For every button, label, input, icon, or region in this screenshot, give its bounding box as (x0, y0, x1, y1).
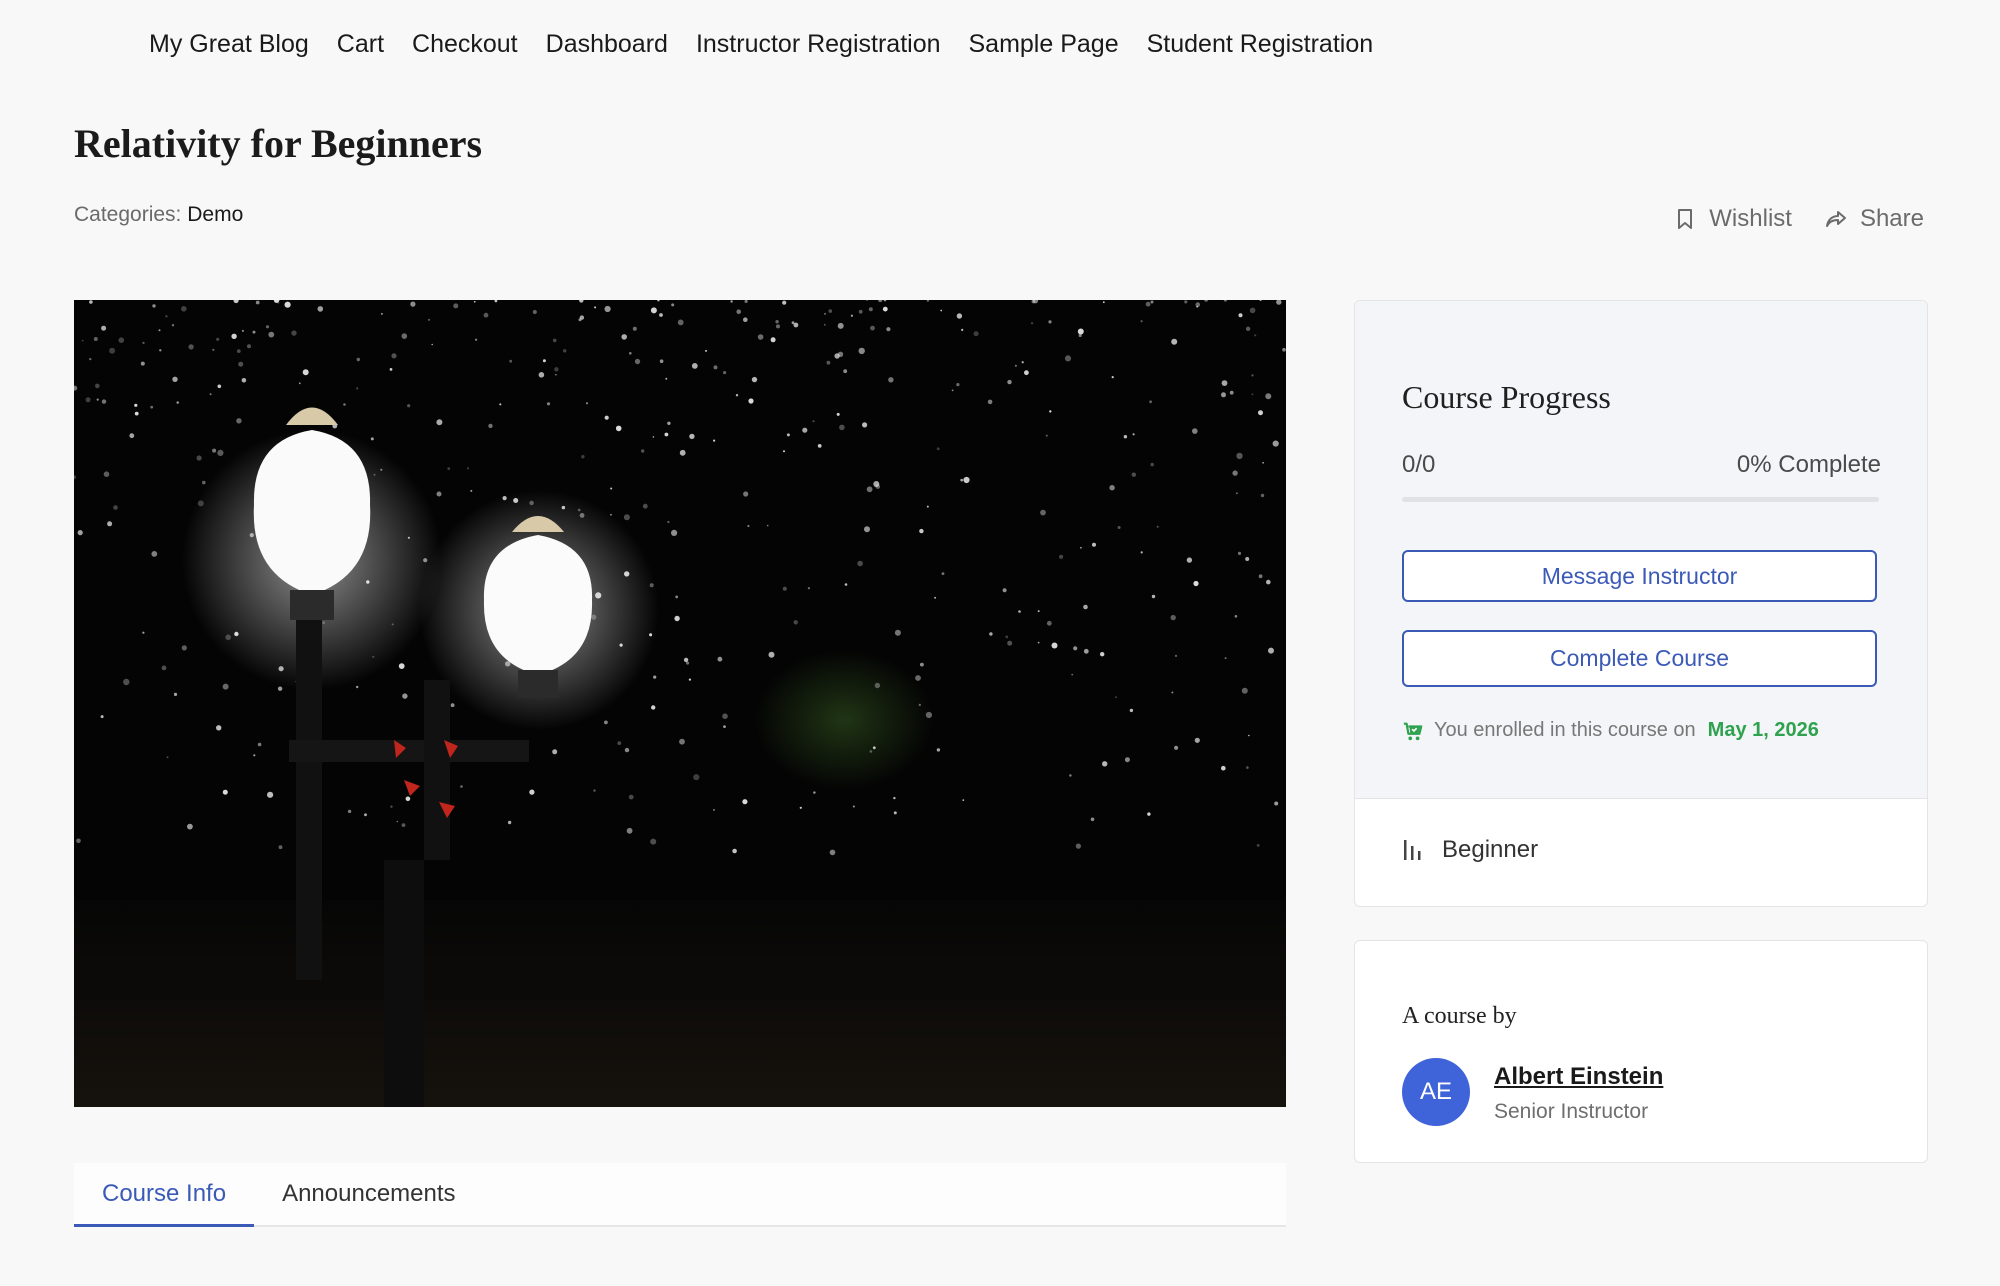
share-button[interactable]: Share (1824, 205, 1924, 233)
message-instructor-button[interactable]: Message Instructor (1402, 550, 1877, 602)
course-level: Beginner (1402, 836, 1538, 864)
progress-title: Course Progress (1402, 379, 1611, 415)
nav-item-cart[interactable]: Cart (337, 30, 384, 59)
course-actions: Wishlist Share (1673, 205, 1924, 233)
instructor-avatar[interactable]: AE (1402, 1058, 1470, 1126)
course-by-heading: A course by (1402, 1003, 1517, 1029)
street-lamp-image (74, 300, 1286, 1107)
nav-item-instructor-registration[interactable]: Instructor Registration (696, 30, 941, 59)
nav-item-checkout[interactable]: Checkout (412, 30, 518, 59)
enrolled-date: May 1, 2026 (1707, 719, 1819, 741)
course-thumbnail (74, 300, 1286, 1107)
nav-item-student-registration[interactable]: Student Registration (1147, 30, 1374, 59)
course-title: Relativity for Beginners (74, 121, 483, 166)
top-nav: My Great Blog Cart Checkout Dashboard In… (149, 30, 1373, 59)
wishlist-button[interactable]: Wishlist (1673, 205, 1792, 233)
category-demo[interactable]: Demo (187, 203, 243, 226)
share-label: Share (1859, 205, 1924, 232)
tab-announcements[interactable]: Announcements (254, 1163, 483, 1225)
enrolled-text: You enrolled in this course on (1434, 719, 1696, 741)
course-progress-card: Course Progress 0/0 0% Complete Message … (1354, 300, 1928, 907)
share-icon (1825, 211, 1846, 227)
cart-check-icon (1403, 722, 1423, 740)
nav-item-sample-page[interactable]: Sample Page (969, 30, 1119, 59)
level-bars-icon (1404, 840, 1421, 860)
progress-bar (1402, 497, 1879, 502)
nav-item-my-great-blog[interactable]: My Great Blog (149, 30, 309, 59)
instructor-role: Senior Instructor (1494, 1100, 1649, 1123)
complete-course-button[interactable]: Complete Course (1402, 630, 1877, 687)
tab-course-info[interactable]: Course Info (74, 1163, 255, 1227)
level-label: Beginner (1442, 836, 1539, 863)
instructor-name-link[interactable]: Albert Einstein (1494, 1063, 1663, 1091)
progress-percent: 0% Complete (1736, 451, 1881, 478)
wishlist-label: Wishlist (1709, 205, 1792, 232)
categories-label: Categories: (74, 203, 182, 226)
instructor-card: A course by AE Albert Einstein Senior In… (1354, 940, 1928, 1163)
progress-section: Course Progress 0/0 0% Complete Message … (1355, 301, 1927, 799)
bookmark-icon (1678, 209, 1693, 229)
course-categories: Categories: Demo (74, 203, 243, 227)
enrollment-info: You enrolled in this course on May 1, 20… (1402, 719, 1819, 742)
progress-count: 0/0 (1402, 451, 1436, 478)
course-tabs: Course Info Announcements (74, 1163, 1286, 1227)
nav-item-dashboard[interactable]: Dashboard (546, 30, 668, 59)
